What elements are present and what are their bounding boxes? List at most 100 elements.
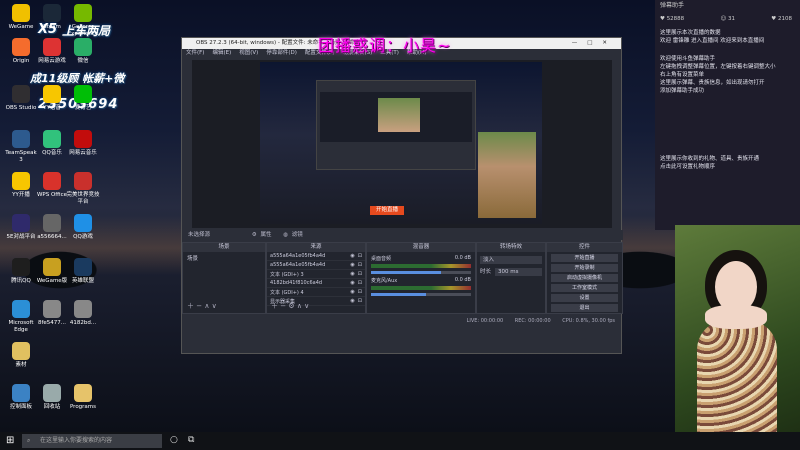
minimize-icon[interactable]: — (572, 40, 588, 46)
source-item[interactable]: 4182bd41f810c6a4d ◉ ⊡ (267, 279, 365, 288)
desktop-icon[interactable]: 控制面板 (4, 384, 38, 411)
app-icon (43, 384, 61, 402)
desktop-icon[interactable]: 微信 (66, 38, 100, 65)
control-button[interactable]: 启动虚拟摄像机 (551, 274, 618, 282)
desktop-icon[interactable]: 素材 (4, 342, 38, 369)
lock-icon[interactable]: ⊡ (358, 253, 362, 259)
desktop-icon[interactable]: 英雄联盟 (66, 258, 100, 285)
desktop-icon[interactable]: OBS Studio (4, 85, 38, 112)
source-item[interactable]: 文本 (GDI+) 4 ◉ ⊡ (267, 288, 365, 297)
obs-preview[interactable]: 开始直播 (192, 60, 612, 228)
control-button[interactable]: 开始直播 (551, 254, 618, 262)
desktop-icon[interactable]: WeGame (4, 4, 38, 31)
app-icon (43, 300, 61, 318)
duration-input[interactable]: 300 ms (495, 268, 542, 276)
desktop-icon[interactable]: Steam (35, 4, 69, 31)
app-icon (74, 214, 92, 232)
source-toolbar-hint: 未选择源 (188, 232, 211, 238)
desktop-icon[interactable]: Origin (4, 38, 38, 65)
search-placeholder: 在这里输入你要搜索的内容 (40, 437, 113, 444)
desktop-icon[interactable]: YY语音 (35, 85, 69, 112)
source-toolbar: 未选择源 ⚙ 属性 ◍ 滤镜 (182, 230, 623, 240)
lock-icon[interactable]: ⊡ (358, 289, 362, 295)
desktop-icon-label: QQ游戏 (73, 234, 93, 240)
channel-name: 桌面音频 (371, 256, 392, 262)
chat-message: 欢迎使用斗鱼弹幕助手 (660, 56, 716, 62)
scene-item[interactable]: 场景 (183, 252, 265, 264)
close-icon[interactable]: ✕ (602, 40, 617, 46)
visibility-eye-icon[interactable]: ◉ (350, 298, 354, 304)
control-button[interactable]: 设置 (551, 294, 618, 302)
control-button[interactable]: 退出 (551, 304, 618, 312)
task-view-icon[interactable]: ⧉ (188, 435, 194, 445)
desktop-icon-label: OBS Studio (5, 105, 37, 111)
visibility-eye-icon[interactable]: ◉ (350, 271, 354, 277)
volume-slider[interactable] (371, 293, 471, 296)
like-icon: ♥ (660, 16, 665, 22)
desktop-icon[interactable]: a556664... (35, 214, 69, 241)
channel-db: 0.0 dB (454, 255, 471, 261)
desktop-icon[interactable]: QQ音乐 (35, 130, 69, 157)
desktop-icon[interactable]: WPS Office (35, 172, 69, 199)
properties-button[interactable]: 属性 (260, 232, 271, 238)
source-item[interactable]: a555a64a1e05fb4a4d ◉ ⊡ (267, 252, 365, 261)
source-item[interactable]: 文本 (GDI+) 3 ◉ ⊡ (267, 270, 365, 279)
app-icon (43, 85, 61, 103)
cortana-icon[interactable]: ○ (170, 435, 178, 445)
desktop-icon[interactable]: TeamSpeak 3 (4, 130, 38, 164)
desktop-icon-label: QQ音乐 (42, 150, 62, 156)
desktop-icon[interactable]: QQ游戏 (66, 214, 100, 241)
desktop-icon[interactable]: GeForce Experience (66, 4, 100, 38)
desktop-icon[interactable]: 5E对战平台 (4, 214, 38, 241)
desktop-icon[interactable]: 回收站 (35, 384, 69, 411)
desktop-icon-label: 网易云游戏 (38, 58, 66, 64)
chat-message: 左键拖拽调整弹幕位置，左键按着右键调整大小 (660, 64, 776, 70)
properties-gear-icon[interactable]: ⚙ (252, 232, 257, 238)
app-icon (74, 384, 92, 402)
visibility-eye-icon[interactable]: ◉ (350, 253, 354, 259)
app-icon (12, 130, 30, 148)
filters-button[interactable]: 滤镜 (292, 232, 303, 238)
desktop-icon[interactable]: Programs (66, 384, 100, 411)
control-button[interactable]: 开始录制 (551, 264, 618, 272)
desktop-icon[interactable]: 4182bd... (66, 300, 100, 327)
menu-item[interactable]: 编辑(E) (212, 50, 231, 56)
lock-icon[interactable]: ⊡ (358, 298, 362, 304)
desktop-icon[interactable]: 完美世界竞技平台 (66, 172, 100, 206)
lock-icon[interactable]: ⊡ (358, 262, 362, 268)
app-icon (74, 300, 92, 318)
visibility-eye-icon[interactable]: ◉ (350, 289, 354, 295)
maximize-icon[interactable]: □ (587, 40, 602, 46)
app-icon (12, 38, 30, 56)
desktop-icon[interactable]: 腾讯QQ (4, 258, 38, 285)
scenes-panel: 场景 场景 ＋ − ∧ ∨ (182, 242, 266, 314)
visibility-eye-icon[interactable]: ◉ (350, 280, 354, 286)
app-icon (74, 258, 92, 276)
overlay-title: 团播惑调：小昊~ (318, 36, 452, 55)
desktop-icon[interactable]: YY开播 (4, 172, 38, 199)
search-icon: ⌕ (27, 437, 31, 444)
lock-icon[interactable]: ⊡ (358, 280, 362, 286)
volume-slider[interactable] (371, 271, 471, 274)
app-icon (12, 172, 30, 190)
visibility-eye-icon[interactable]: ◉ (350, 262, 354, 268)
transition-select[interactable]: 淡入 (480, 256, 542, 264)
desktop-icon[interactable]: WeGame版 (35, 258, 69, 285)
desktop-icon[interactable]: 网易云游戏 (35, 38, 69, 65)
control-button[interactable]: 工作室模式 (551, 284, 618, 292)
desktop-icon-label: TeamSpeak 3 (5, 150, 37, 163)
desktop-icon[interactable]: Microsoft Edge (4, 300, 38, 334)
rec-timer: REC: 00:00:00 (514, 318, 551, 324)
desktop-icon[interactable]: 8fe5477... (35, 300, 69, 327)
menu-item[interactable]: 停靠部件(D) (266, 50, 297, 56)
obs-statusbar: LIVE: 00:00:00 REC: 00:00:00 CPU: 0.8%, … (182, 316, 621, 326)
menu-item[interactable]: 视图(V) (239, 50, 258, 56)
desktop-icon[interactable]: 网易云音乐 (66, 130, 100, 157)
desktop-icon[interactable]: 爱奇艺 (66, 85, 100, 112)
lock-icon[interactable]: ⊡ (358, 271, 362, 277)
source-item[interactable]: a555a64a1e05fb4a4d ◉ ⊡ (267, 261, 365, 270)
menu-item[interactable]: 文件(F) (186, 50, 204, 56)
filter-icon[interactable]: ◍ (283, 232, 288, 238)
taskbar-search[interactable]: ⌕ 在这里输入你要搜索的内容 (22, 434, 162, 448)
windows-start-icon[interactable]: ⊞ (6, 435, 14, 446)
